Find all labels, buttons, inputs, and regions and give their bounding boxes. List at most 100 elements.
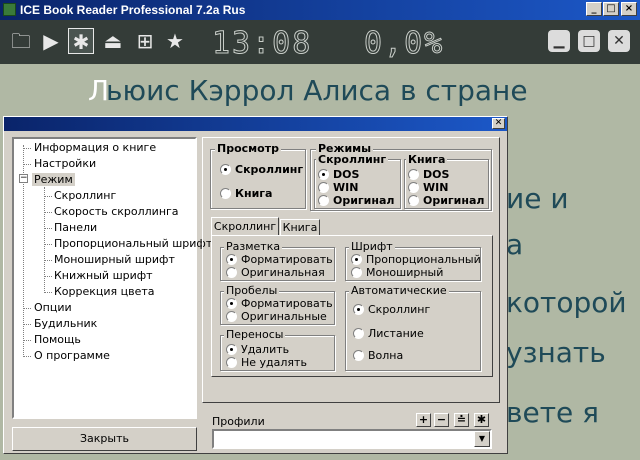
spaces-group-title: Пробелы: [224, 284, 280, 297]
progress-display: 0,0%: [363, 26, 445, 62]
dialog-titlebar: ✕: [4, 117, 507, 131]
maximize-reader-icon[interactable]: □: [578, 30, 600, 52]
minimize-reader-icon[interactable]: ▁: [548, 30, 570, 52]
radio-dot: [408, 169, 419, 180]
toolbar: 🗀 ▶ ✱ ⏏ ⊞ ★ 13:08 0,0% ▁ □ ✕: [0, 20, 640, 64]
auto-scrolling-radio[interactable]: Скроллинг: [353, 303, 430, 316]
book-mode-original[interactable]: Оригинал: [408, 194, 484, 207]
tree-item-scrolling[interactable]: Скроллинг: [54, 189, 116, 202]
settings-tree: − Информация о книге Настройки Режим Скр…: [12, 137, 212, 419]
tab-book[interactable]: Книга: [280, 219, 320, 236]
window-titlebar: ICE Book Reader Professional 7.2a Rus _ …: [0, 0, 640, 20]
clock-display: 13:08: [211, 26, 313, 62]
radio-dot: [226, 267, 237, 278]
maximize-button[interactable]: □: [603, 2, 619, 16]
window-title: ICE Book Reader Professional 7.2a Rus: [20, 3, 246, 17]
layout-format-radio[interactable]: Форматировать: [226, 253, 333, 266]
reader-line-6: вете я: [506, 396, 600, 429]
view-radio-book[interactable]: Книга: [220, 187, 272, 200]
radio-dot: [318, 169, 329, 180]
radio-dot: [353, 350, 364, 361]
tree-item-monospace-font[interactable]: Моноширный шрифт: [54, 253, 175, 266]
radio-dot: [318, 182, 329, 193]
auto-paging-radio[interactable]: Листание: [353, 327, 424, 340]
minimize-button[interactable]: _: [586, 2, 602, 16]
book-mode-win[interactable]: WIN: [408, 181, 448, 194]
reader-line-5: узнать: [506, 336, 606, 369]
tree-item-panels[interactable]: Панели: [54, 221, 97, 234]
tree-item-book-info[interactable]: Информация о книге: [34, 141, 156, 154]
settings-icon[interactable]: ✱: [68, 28, 94, 54]
scroll-mode-original[interactable]: Оригинал: [318, 194, 394, 207]
close-dialog-button[interactable]: Закрыть: [12, 427, 197, 451]
reader-line-2: ие и: [506, 182, 569, 215]
profile-remove-button[interactable]: −: [434, 413, 449, 427]
close-reader-icon[interactable]: ✕: [608, 30, 630, 52]
font-monospace-radio[interactable]: Моноширный: [351, 266, 443, 279]
dialog-close-button[interactable]: ✕: [492, 118, 505, 129]
play-icon[interactable]: ▶: [38, 28, 64, 54]
radio-dot: [226, 344, 237, 355]
scroll-mode-dos[interactable]: DOS: [318, 168, 359, 181]
hyphen-remove-radio[interactable]: Удалить: [226, 343, 289, 356]
spaces-original-radio[interactable]: Оригинальные: [226, 310, 327, 323]
tree-item-options[interactable]: Опции: [34, 301, 72, 314]
profile-save-button[interactable]: ≐: [454, 413, 469, 427]
settings-dialog: ✕ − Информация о книге Настройки Режим С…: [3, 116, 508, 454]
radio-dot: [408, 195, 419, 206]
radio-dot: [353, 328, 364, 339]
radio-dot: [226, 254, 237, 265]
auto-wave-radio[interactable]: Волна: [353, 349, 403, 362]
reader-line-4: которой: [506, 286, 627, 319]
tree-item-color-correction[interactable]: Коррекция цвета: [54, 285, 155, 298]
tree-expander-icon[interactable]: −: [19, 174, 28, 183]
layout-original-radio[interactable]: Оригинальная: [226, 266, 325, 279]
auto-group-title: Автоматические: [349, 284, 449, 297]
book-mode-dos[interactable]: DOS: [408, 168, 449, 181]
tab-scrolling[interactable]: Скроллинг: [211, 217, 279, 236]
tree-item-proportional-font[interactable]: Пропорциональный шрифт: [54, 237, 212, 250]
eject-icon[interactable]: ⏏: [100, 28, 126, 54]
view-group-title: Просмотр: [215, 142, 281, 155]
star-icon[interactable]: ★: [162, 28, 188, 54]
view-radio-scrolling[interactable]: Скроллинг: [220, 163, 303, 176]
spaces-format-radio[interactable]: Форматировать: [226, 297, 333, 310]
view-group: [210, 149, 306, 209]
tree-item-book-font[interactable]: Книжный шрифт: [54, 269, 153, 282]
reader-line-3: а: [506, 228, 524, 261]
layout-group-title: Разметка: [224, 240, 283, 253]
tree-item-mode[interactable]: Режим: [32, 173, 75, 186]
font-group-title: Шрифт: [349, 240, 395, 253]
profile-add-button[interactable]: +: [416, 413, 431, 427]
radio-dot: [220, 188, 231, 199]
tree-item-alarm[interactable]: Будильник: [34, 317, 97, 330]
tree-item-about[interactable]: О программе: [34, 349, 110, 362]
radio-dot: [226, 357, 237, 368]
radio-dot: [353, 304, 364, 315]
profiles-label: Профили: [210, 415, 267, 428]
tree-item-help[interactable]: Помощь: [34, 333, 81, 346]
close-button[interactable]: ×: [621, 2, 637, 16]
radio-dot: [220, 164, 231, 175]
profile-settings-button[interactable]: ✱: [474, 413, 489, 427]
scroll-mode-win[interactable]: WIN: [318, 181, 358, 194]
radio-dot: [408, 182, 419, 193]
add-icon[interactable]: ⊞: [132, 28, 158, 54]
profiles-select[interactable]: ▼: [212, 429, 492, 449]
chevron-down-icon[interactable]: ▼: [474, 431, 490, 447]
hyphen-group-title: Переносы: [224, 328, 286, 341]
reader-line-1: ьюис Кэррол Алиса в стране: [106, 74, 528, 107]
radio-dot: [226, 311, 237, 322]
tree-item-settings[interactable]: Настройки: [34, 157, 96, 170]
modes-scrolling-title: Скроллинг: [316, 153, 389, 166]
app-icon: [3, 3, 16, 16]
radio-dot: [351, 254, 362, 265]
radio-dot: [318, 195, 329, 206]
radio-dot: [226, 298, 237, 309]
font-proportional-radio[interactable]: Пропорциональный: [351, 253, 481, 266]
modes-book-title: Книга: [406, 153, 448, 166]
hyphen-keep-radio[interactable]: Не удалять: [226, 356, 307, 369]
tree-item-scroll-speed[interactable]: Скорость скроллинга: [54, 205, 179, 218]
radio-dot: [351, 267, 362, 278]
folder-icon[interactable]: 🗀: [8, 28, 34, 54]
